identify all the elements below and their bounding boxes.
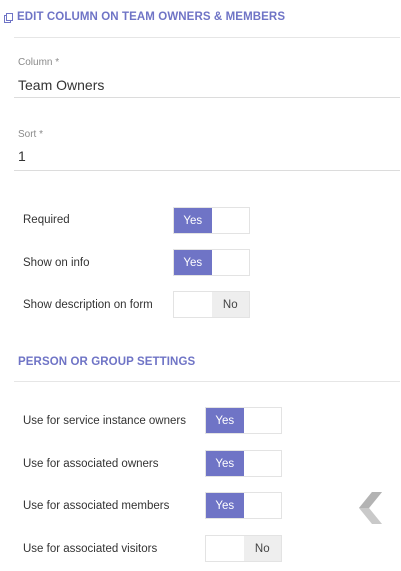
toggle-yes-empty [206, 536, 244, 561]
edit-column-title: EDIT COLUMN ON TEAM OWNERS & MEMBERS [17, 11, 286, 23]
show-on-info-label: Show on info [23, 257, 90, 269]
column-field-label: Column * [18, 57, 60, 68]
sort-field-input[interactable]: 1 [18, 148, 26, 164]
sort-field-label: Sort * [18, 129, 44, 140]
service-owners-toggle[interactable]: Yes [205, 407, 282, 434]
person-header-divider [14, 381, 400, 382]
associated-visitors-label: Use for associated visitors [23, 543, 158, 555]
required-label: Required [23, 214, 70, 226]
toggle-yes-empty [174, 292, 212, 317]
chevron-left-icon[interactable] [358, 492, 382, 524]
column-field-underline [14, 97, 400, 98]
associated-members-label: Use for associated members [23, 500, 170, 512]
toggle-yes: Yes [174, 250, 212, 275]
toggle-yes: Yes [174, 208, 212, 233]
toggle-no-empty [244, 451, 282, 476]
edit-column-header: EDIT COLUMN ON TEAM OWNERS & MEMBERS [4, 11, 285, 23]
toggle-no-empty [244, 493, 282, 518]
toggle-yes: Yes [206, 408, 244, 433]
toggle-no-empty [212, 250, 250, 275]
show-on-info-toggle[interactable]: Yes [173, 249, 250, 276]
required-toggle[interactable]: Yes [173, 207, 250, 234]
service-owners-label: Use for service instance owners [23, 415, 186, 427]
toggle-no: No [243, 536, 281, 561]
associated-members-toggle[interactable]: Yes [205, 492, 282, 519]
edit-column-panel: EDIT COLUMN ON TEAM OWNERS & MEMBERS Col… [0, 0, 401, 571]
toggle-no: No [211, 292, 249, 317]
show-description-toggle[interactable]: No [173, 291, 250, 318]
associated-owners-label: Use for associated owners [23, 458, 159, 470]
toggle-no-empty [212, 208, 250, 233]
person-group-title: PERSON OR GROUP SETTINGS [18, 356, 196, 368]
sort-field-underline [14, 170, 400, 171]
toggle-no-empty [244, 408, 282, 433]
show-description-label: Show description on form [23, 299, 153, 311]
associated-visitors-toggle[interactable]: No [205, 535, 282, 562]
toggle-yes: Yes [206, 451, 244, 476]
header-divider [14, 37, 400, 38]
associated-owners-toggle[interactable]: Yes [205, 450, 282, 477]
column-field-input[interactable]: Team Owners [18, 77, 104, 93]
person-group-header: PERSON OR GROUP SETTINGS [18, 356, 195, 368]
toggle-yes: Yes [206, 493, 244, 518]
copy-icon [4, 12, 13, 23]
